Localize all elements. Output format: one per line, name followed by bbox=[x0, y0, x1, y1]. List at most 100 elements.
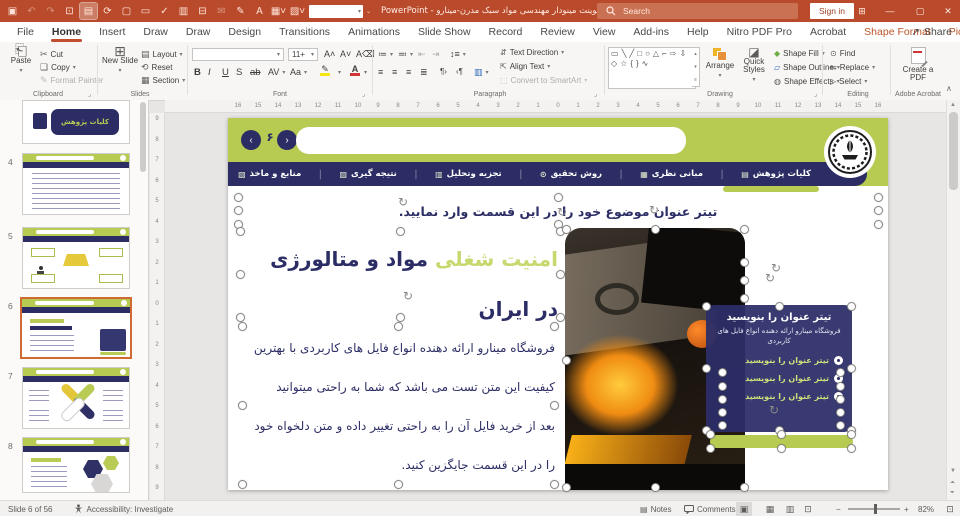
copy-button[interactable]: ❏ Copy ▾ bbox=[40, 62, 76, 73]
zoom-slider[interactable] bbox=[848, 504, 900, 514]
tab-draw-3[interactable]: Draw bbox=[134, 22, 177, 42]
tab-insert[interactable]: Insert bbox=[90, 22, 134, 42]
caption-list-item[interactable]: تیتر عنوان را بنویسید bbox=[715, 369, 843, 387]
justify-icon[interactable]: ≣ bbox=[420, 67, 428, 78]
slide-nav-1[interactable]: کلیات پژوهش ▤ bbox=[741, 169, 811, 179]
notes-button[interactable]: ▤ Notes bbox=[640, 505, 671, 514]
paste-button[interactable]: ⎗ Paste ▾ bbox=[6, 43, 36, 75]
section-button[interactable]: ▦ Section ▾ bbox=[141, 75, 185, 86]
tab-animations[interactable]: Animations bbox=[339, 22, 409, 42]
new-file-icon[interactable]: ▢ bbox=[118, 3, 135, 19]
slide-thumbnail-7[interactable] bbox=[22, 367, 130, 429]
selection-handle[interactable] bbox=[740, 483, 749, 492]
change-case-button[interactable]: Aa ▾ bbox=[290, 67, 307, 77]
save-icon[interactable]: ▣ bbox=[4, 3, 21, 19]
media-icon[interactable]: ▧˅ bbox=[289, 3, 306, 19]
selection-handle[interactable] bbox=[718, 382, 727, 391]
selection-handle[interactable] bbox=[777, 430, 786, 439]
selection-handle[interactable] bbox=[775, 302, 784, 311]
font-color-button[interactable]: A bbox=[350, 65, 360, 76]
selection-handle[interactable] bbox=[718, 368, 727, 377]
underline-button[interactable]: U bbox=[222, 67, 235, 78]
new-slide-button[interactable]: ⊞ New Slide ▾ bbox=[102, 44, 138, 75]
slide-canvas[interactable]: کلیات پژوهش ▤ | مبانی نظری ▦ | روش تحقیق ⊙ | تجزی… bbox=[228, 118, 888, 490]
rotation-handle[interactable]: ↻ bbox=[765, 271, 775, 285]
slide-thumbnail-6[interactable] bbox=[20, 297, 132, 359]
tab-design[interactable]: Design bbox=[219, 22, 270, 42]
highlight-button[interactable]: ✎ bbox=[320, 65, 330, 76]
selection-handle[interactable] bbox=[394, 480, 403, 489]
selection-handle[interactable] bbox=[740, 276, 749, 285]
align-left-icon[interactable]: ≡ bbox=[378, 67, 383, 77]
grow-font-icon[interactable]: A˄ bbox=[324, 49, 335, 59]
selection-handle[interactable] bbox=[874, 193, 883, 202]
selection-handle[interactable] bbox=[836, 382, 845, 391]
slide-body-text[interactable]: فروشگاه مینارو ارائه دهنده انواع فایل ها… bbox=[241, 328, 555, 484]
selection-handle[interactable] bbox=[706, 444, 715, 453]
shape-glyph[interactable]: ○ bbox=[645, 49, 650, 58]
slide-thumbnail-8[interactable] bbox=[22, 437, 130, 493]
draw-icon[interactable]: ✎ bbox=[232, 3, 249, 19]
selection-handle[interactable] bbox=[847, 444, 856, 453]
align-text-button[interactable]: ⇱ Align Text ▾ bbox=[500, 62, 550, 71]
tab-add-ins[interactable]: Add-ins bbox=[624, 22, 678, 42]
tab-help[interactable]: Help bbox=[678, 22, 718, 42]
bold-button[interactable]: B bbox=[194, 67, 207, 78]
coauthor-icon[interactable]: ⊞ bbox=[848, 0, 876, 22]
slide-sorter-view-button[interactable]: ▦ bbox=[762, 502, 778, 516]
selection-handle[interactable] bbox=[874, 220, 883, 229]
normal-view-icon[interactable]: ▤ bbox=[79, 2, 98, 20]
slide-thumbnail-3[interactable]: کلیات پژوهش bbox=[22, 100, 130, 144]
font-name-combo[interactable]: ▾ bbox=[192, 48, 284, 61]
shape-fill-button[interactable]: ◆ Shape Fill ▾ bbox=[774, 49, 825, 58]
selection-handle[interactable] bbox=[874, 206, 883, 215]
selection-handle[interactable] bbox=[718, 408, 727, 417]
shape-glyph[interactable]: □ bbox=[637, 49, 642, 58]
shape-glyph[interactable]: ☆ bbox=[620, 59, 627, 68]
qat-combo[interactable]: ▾ bbox=[309, 4, 363, 18]
selection-handle[interactable] bbox=[562, 225, 571, 234]
previous-slide-icon[interactable]: ⏶ bbox=[950, 480, 955, 487]
qat-overflow-icon[interactable]: ⌄ bbox=[366, 8, 371, 15]
accessibility-status[interactable]: Accessibility: Investigate bbox=[74, 504, 173, 514]
minimize-button[interactable]: — bbox=[876, 0, 904, 22]
open-folder-icon[interactable]: ▭ bbox=[137, 3, 154, 19]
next-slide-icon[interactable]: ⏷ bbox=[950, 490, 955, 497]
selection-handle[interactable] bbox=[836, 368, 845, 377]
selection-handle[interactable] bbox=[554, 193, 563, 202]
nav-next-button[interactable]: › bbox=[277, 130, 297, 150]
selection-handle[interactable] bbox=[651, 225, 660, 234]
slide-nav-6[interactable]: منابع و ماخذ ▧ bbox=[238, 169, 301, 179]
highlight-caret[interactable]: ▾ bbox=[338, 69, 341, 76]
selection-handle[interactable] bbox=[550, 401, 559, 410]
zoom-level[interactable]: 82% bbox=[918, 505, 934, 514]
bullets-button[interactable]: ≔ ▾ bbox=[378, 49, 393, 60]
selection-handle[interactable] bbox=[836, 395, 845, 404]
collapse-ribbon-icon[interactable]: ∧ bbox=[946, 84, 952, 93]
selection-handle[interactable] bbox=[836, 408, 845, 417]
selection-handle[interactable] bbox=[718, 395, 727, 404]
shape-glyph[interactable]: ╲ bbox=[622, 49, 627, 58]
print-icon[interactable]: ⊟ bbox=[194, 3, 211, 19]
shape-gallery[interactable]: ▭ ╲ ╱ □ ○ △ ⌐ ⇨ ⇩ ◇ ☆{} ∿ bbox=[608, 47, 696, 89]
selection-handle[interactable] bbox=[706, 430, 715, 439]
selection-handle[interactable] bbox=[234, 193, 243, 202]
print-preview-icon[interactable]: ▥ bbox=[175, 3, 192, 19]
thumbnail-scrollbar[interactable] bbox=[140, 102, 146, 172]
shadow-button[interactable]: S bbox=[236, 67, 249, 78]
tab-draw-4[interactable]: Draw bbox=[177, 22, 220, 42]
selection-handle[interactable] bbox=[556, 313, 565, 322]
shape-glyph[interactable]: △ bbox=[653, 49, 659, 58]
increase-indent-icon[interactable]: ⇥ bbox=[432, 49, 440, 60]
decrease-indent-icon[interactable]: ⇤ bbox=[418, 49, 426, 60]
rotation-handle[interactable]: ↻ bbox=[769, 403, 779, 417]
rtl-direction-icon[interactable]: ‹¶ bbox=[456, 67, 463, 76]
selection-handle[interactable] bbox=[847, 364, 856, 373]
scroll-up-icon[interactable]: ▲ bbox=[950, 102, 956, 108]
selection-handle[interactable] bbox=[396, 313, 405, 322]
ltr-direction-icon[interactable]: ¶› bbox=[440, 67, 447, 76]
strikethrough-button[interactable]: ab bbox=[250, 67, 263, 78]
selection-handle[interactable] bbox=[396, 227, 405, 236]
rotation-handle[interactable]: ↻ bbox=[403, 289, 413, 303]
tab-slide-show[interactable]: Slide Show bbox=[409, 22, 480, 42]
